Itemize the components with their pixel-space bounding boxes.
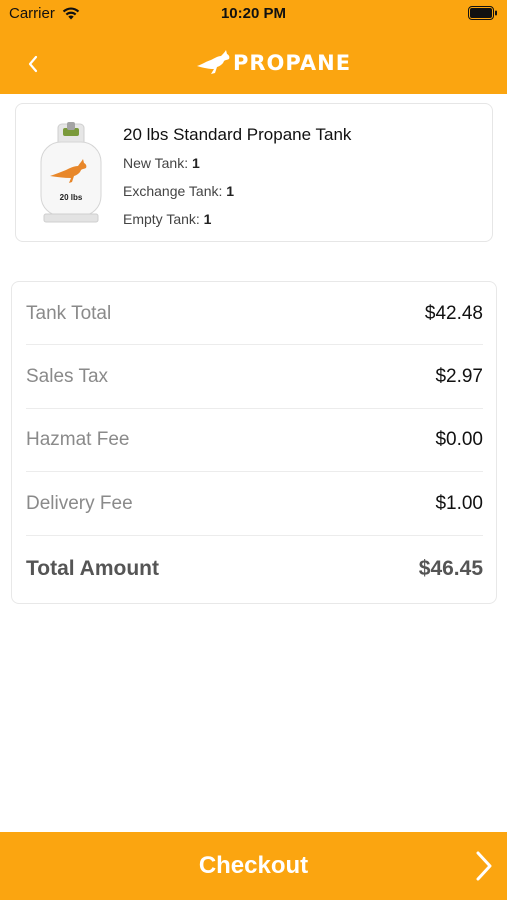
exchange-tank-value: 1 <box>226 183 235 199</box>
new-tank-label: New Tank: <box>123 155 189 171</box>
header-bar: Carrier 10:20 PM PROPANE <box>0 0 507 94</box>
empty-tank-label: Empty Tank: <box>123 211 200 227</box>
delivery-fee-label: Delivery Fee <box>26 493 133 514</box>
hazmat-fee-value: $0.00 <box>435 429 483 450</box>
clock: 10:20 PM <box>220 5 287 22</box>
tank-total-value: $42.48 <box>424 303 483 324</box>
empty-tank-detail: Empty Tank: 1 <box>123 211 211 227</box>
total-amount-label: Total Amount <box>26 557 159 580</box>
hazmat-fee-label: Hazmat Fee <box>26 429 130 450</box>
total-amount-row: Total Amount $46.45 <box>26 537 483 601</box>
back-button[interactable] <box>20 50 46 78</box>
chevron-right-icon <box>476 851 492 881</box>
new-tank-detail: New Tank: 1 <box>123 155 200 171</box>
sales-tax-label: Sales Tax <box>26 366 109 387</box>
product-title: 20 lbs Standard Propane Tank <box>123 125 352 144</box>
kangaroo-logo-icon <box>197 50 230 74</box>
divider <box>26 535 483 536</box>
product-card: 20 lbs 20 lbs Standard Propane Tank New … <box>15 103 493 242</box>
exchange-tank-label: Exchange Tank: <box>123 183 223 199</box>
tank-total-row: Tank Total $42.48 <box>26 282 483 346</box>
tank-total-label: Tank Total <box>26 303 112 324</box>
delivery-fee-row: Delivery Fee $1.00 <box>26 472 483 536</box>
tank-weight-label: 20 lbs <box>60 193 83 202</box>
chevron-left-icon <box>28 55 38 73</box>
delivery-fee-value: $1.00 <box>435 493 483 514</box>
battery-icon <box>468 6 497 20</box>
hazmat-fee-row: Hazmat Fee $0.00 <box>26 408 483 472</box>
price-summary-card: Tank Total $42.48 Sales Tax $2.97 Hazmat… <box>11 281 497 604</box>
sales-tax-row: Sales Tax $2.97 <box>26 345 483 409</box>
propane-tank-image: 20 lbs <box>40 122 102 223</box>
checkout-button[interactable]: Checkout <box>0 832 507 900</box>
new-tank-value: 1 <box>192 155 200 171</box>
checkout-label: Checkout <box>198 852 309 879</box>
exchange-tank-detail: Exchange Tank: 1 <box>123 183 234 199</box>
logo-text: PROPANE <box>233 51 352 75</box>
empty-tank-value: 1 <box>203 211 212 227</box>
status-bar: Carrier 10:20 PM <box>0 0 507 30</box>
sales-tax-value: $2.97 <box>435 366 483 387</box>
app-logo: PROPANE <box>195 46 350 80</box>
total-amount-value: $46.45 <box>418 557 483 580</box>
